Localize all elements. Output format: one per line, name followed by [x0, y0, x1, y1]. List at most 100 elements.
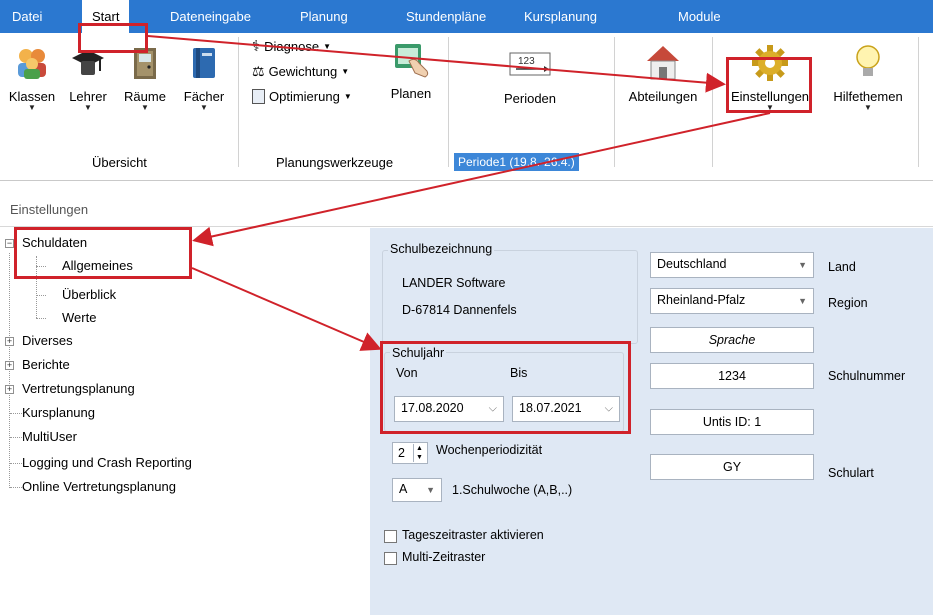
tree-item-werte[interactable]: Werte [62, 310, 96, 325]
tab-stundenplaene[interactable]: Stundenpläne [406, 0, 486, 33]
first-week-value: A [399, 482, 408, 496]
school-name-legend: Schulbezeichnung [388, 242, 495, 256]
tree-item-berichte[interactable]: Berichte [22, 357, 70, 372]
hand-schedule-icon [395, 44, 429, 78]
expand-toggle-icon[interactable]: + [5, 385, 14, 394]
diagnosis-button[interactable]: ⚕ Diagnose ▼ [252, 37, 331, 55]
panel-title: Einstellungen [10, 202, 89, 217]
tree-item-ueberblick[interactable]: Überblick [62, 287, 116, 302]
school-number-input[interactable]: 1234 [650, 363, 814, 389]
dropdown-arrow-icon: ▼ [798, 296, 807, 306]
dropdown-arrow-icon: ▼ [323, 41, 331, 51]
region-value: Rheinland-Pfalz [657, 293, 746, 307]
dropdown-arrow-icon: ▼ [798, 260, 807, 270]
classes-icon [18, 49, 46, 79]
classes-label: Klassen [8, 89, 56, 104]
tree-line [9, 253, 10, 488]
highlight-settings-button [726, 57, 812, 113]
tab-datei[interactable]: Datei [12, 0, 42, 33]
region-label: Region [828, 296, 868, 310]
group-separator [448, 37, 449, 167]
diagnosis-label: Diagnose [264, 38, 320, 54]
group-separator [238, 37, 239, 167]
tree-item-diverses[interactable]: Diverses [22, 333, 73, 348]
tree-line [36, 318, 46, 319]
spin-arrows-icon[interactable]: ▲ ▼ [413, 444, 425, 462]
rooms-button[interactable]: Räume ▼ [118, 45, 172, 112]
language-button[interactable]: Sprache [650, 327, 814, 353]
teachers-button[interactable]: Lehrer ▼ [62, 45, 114, 112]
school-type-label: Schulart [828, 466, 874, 480]
plan-button[interactable]: Planen [386, 41, 436, 101]
dropdown-arrow-icon: ▼ [84, 103, 92, 112]
tab-module[interactable]: Module [678, 0, 721, 33]
optimization-label: Optimierung [269, 89, 340, 104]
multi-grid-checkbox[interactable] [384, 552, 397, 565]
departments-label: Abteilungen [628, 89, 698, 104]
tree-item-multiuser[interactable]: MultiUser [22, 429, 77, 444]
expand-toggle-icon[interactable]: + [5, 337, 14, 346]
tab-kursplanung[interactable]: Kursplanung [524, 0, 597, 33]
weighting-label: Gewichtung [268, 64, 338, 79]
svg-text:123: 123 [518, 56, 535, 67]
highlight-start-tab [78, 23, 148, 53]
overview-group-label: Übersicht [92, 155, 147, 170]
classes-button[interactable]: Klassen ▼ [4, 45, 60, 112]
group-separator [614, 37, 615, 167]
collapse-toggle-icon[interactable]: − [5, 239, 14, 248]
teachers-label: Lehrer [69, 89, 107, 104]
tree-item-logging[interactable]: Logging und Crash Reporting [22, 455, 192, 470]
day-grid-label: Tageszeitraster aktivieren [402, 528, 544, 542]
dropdown-arrow-icon: ▼ [341, 67, 350, 76]
day-grid-checkbox[interactable] [384, 530, 397, 543]
dropdown-arrow-icon: ▼ [426, 485, 435, 495]
tree-item-kursplanung[interactable]: Kursplanung [22, 405, 95, 420]
subjects-button[interactable]: Fächer ▼ [176, 45, 232, 112]
highlight-schuldaten [14, 227, 192, 279]
region-select[interactable]: Rheinland-Pfalz ▼ [650, 288, 814, 314]
country-value: Deutschland [657, 257, 727, 271]
dropdown-arrow-icon: ▼ [864, 103, 872, 112]
school-number-label: Schulnummer [828, 369, 906, 383]
expand-toggle-icon[interactable]: + [5, 361, 14, 370]
weekly-period-value: 2 [398, 446, 405, 460]
tree-item-online-vertretungsplanung[interactable]: Online Vertretungsplanung [22, 479, 176, 494]
school-name-line2[interactable]: D-67814 Dannenfels [402, 303, 517, 317]
current-period[interactable]: Periode1 (19.8.-26.4.) [454, 153, 579, 171]
departments-button[interactable]: Abteilungen [620, 43, 706, 104]
weekly-period-label: Wochenperiodizität [436, 443, 543, 457]
lightbulb-icon [856, 45, 880, 76]
first-week-select[interactable]: A ▼ [392, 478, 442, 502]
school-name-line1[interactable]: LANDER Software [402, 276, 506, 290]
subjects-label: Fächer [183, 89, 225, 104]
dropdown-arrow-icon: ▼ [200, 103, 208, 112]
school-name-group [382, 250, 638, 344]
dropdown-arrow-icon: ▼ [343, 92, 352, 101]
stethoscope-icon: ⚕ [252, 38, 261, 55]
weekly-period-stepper[interactable]: 2 ▲ ▼ [392, 442, 428, 464]
periods-label: Perioden [503, 91, 557, 106]
country-select[interactable]: Deutschland ▼ [650, 252, 814, 278]
tab-dateneingabe[interactable]: Dateneingabe [170, 0, 251, 33]
house-icon [647, 46, 679, 80]
scales-icon: ⚖ [252, 63, 265, 79]
weighting-button[interactable]: ⚖ Gewichtung ▼ [252, 63, 349, 80]
tab-planung[interactable]: Planung [300, 0, 348, 33]
school-type-input[interactable]: GY [650, 454, 814, 480]
calculator-icon [252, 89, 265, 104]
untis-id-field: Untis ID: 1 [650, 409, 814, 435]
periods-icon: 123 [509, 52, 551, 76]
book-icon [193, 48, 215, 78]
help-topics-label: Hilfethemen [833, 89, 903, 104]
highlight-school-year [380, 341, 631, 434]
tools-group-label: Planungswerkzeuge [276, 155, 394, 170]
periods-button[interactable]: 123 Perioden [490, 49, 570, 106]
help-topics-button[interactable]: Hilfethemen ▼ [826, 43, 910, 112]
tree-item-vertretungsplanung[interactable]: Vertretungsplanung [22, 381, 135, 396]
optimization-button[interactable]: Optimierung ▼ [252, 89, 352, 104]
country-label: Land [828, 260, 856, 274]
tree-line [36, 295, 46, 296]
rooms-label: Räume [124, 89, 166, 104]
multi-grid-label: Multi-Zeitraster [402, 550, 486, 564]
dropdown-arrow-icon: ▼ [28, 103, 36, 112]
